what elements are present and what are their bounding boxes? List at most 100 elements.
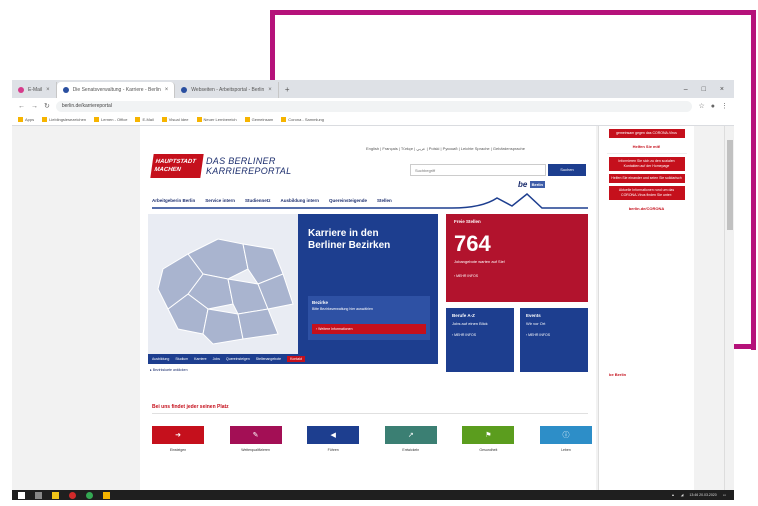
- bookmark-item[interactable]: Lieblingslesezeichen: [42, 117, 86, 123]
- system-tray: ▲ ◢ 13:46 20.03.2020 ▭: [671, 493, 734, 497]
- language-links[interactable]: English | Français | Türkçe | عربي | Pol…: [366, 146, 525, 151]
- hero-tab[interactable]: Ausbildung: [152, 357, 169, 361]
- hero-tab[interactable]: Quereinsteigen: [226, 357, 250, 361]
- corona-solidarity[interactable]: Helfen Sie einander und seien Sie solida…: [608, 174, 685, 183]
- more-link[interactable]: › MEHR INFOS: [446, 264, 588, 278]
- events-card[interactable]: Events Wir vor Ort › MEHR INFOS: [520, 308, 588, 372]
- chart-icon: ↗: [384, 426, 437, 444]
- maximize-icon[interactable]: □: [702, 86, 706, 93]
- karriereportal-page: HAUPTSTADT MACHEN DAS BERLINER KARRIEREP…: [140, 126, 596, 490]
- notification-icon[interactable]: ▭: [723, 493, 726, 497]
- hauptstadt-logo[interactable]: HAUPTSTADT MACHEN: [150, 154, 204, 178]
- hero-tabs: Ausbildung Studium Karriere Jobs Querein…: [148, 354, 438, 364]
- hero-tab[interactable]: Karriere: [194, 357, 206, 361]
- bookmark-icon: [196, 117, 202, 123]
- service-weiterqualifizieren[interactable]: ✎ Weiterqualifizieren: [229, 426, 282, 452]
- bookmark-icon: [42, 117, 48, 123]
- nav-item-quereinsteigende[interactable]: Quereinsteigende: [329, 198, 367, 203]
- browser-window: E-Mail × Die Senatsverwaltung - Karriere…: [12, 80, 734, 500]
- portal-title: DAS BERLINER KARRIEREPORTAL: [206, 156, 292, 176]
- hero-tab[interactable]: Jobs: [213, 357, 220, 361]
- corona-info[interactable]: Informieren Sie sich zu den sozialen Kon…: [608, 157, 685, 171]
- nav-item-service[interactable]: Service intern: [205, 198, 235, 203]
- close-icon[interactable]: ×: [46, 87, 50, 93]
- back-icon[interactable]: ←: [18, 103, 25, 110]
- annotation-frame-foot: [732, 344, 756, 349]
- new-tab-button[interactable]: +: [279, 85, 296, 94]
- service-fuehren[interactable]: ◀ Führen: [307, 426, 360, 452]
- hero-section: Karriere in den Berliner Bezirken Bezirk…: [148, 214, 438, 364]
- explorer-icon[interactable]: [52, 491, 59, 499]
- window-controls: – □ ×: [684, 86, 734, 93]
- berlin-district-map[interactable]: [148, 214, 298, 354]
- opera-icon[interactable]: [69, 491, 76, 499]
- more-link[interactable]: › MEHR INFOS: [446, 327, 514, 337]
- tab-karriere[interactable]: Die Senatsverwaltung - Karriere - Berlin…: [56, 82, 176, 98]
- service-entwickeln[interactable]: ↗ Entwickeln: [384, 426, 437, 452]
- berufe-card[interactable]: Berufe A-Z Jobs auf einen Blick › MEHR I…: [446, 308, 514, 372]
- bookmark-item[interactable]: Corona - Sammlung: [281, 117, 324, 123]
- nav-item-studiennetz[interactable]: Studiennetz: [245, 198, 271, 203]
- bookmark-item[interactable]: E-Mail: [135, 117, 154, 123]
- network-icon[interactable]: ▲: [671, 493, 674, 497]
- close-icon[interactable]: ×: [268, 87, 272, 93]
- corona-help[interactable]: Helfen Sie mit!: [599, 144, 694, 149]
- corona-updates[interactable]: Aktuelle Informationen rund um das CORON…: [608, 186, 685, 200]
- tab-email[interactable]: E-Mail ×: [12, 82, 57, 98]
- page-viewport: HAUPTSTADT MACHEN DAS BERLINER KARRIEREP…: [12, 126, 734, 490]
- tab-label: E-Mail: [28, 87, 43, 93]
- free-jobs-count: 764: [454, 231, 491, 256]
- map-hint[interactable]: ▸ Bezirkskarte anklicken: [150, 368, 188, 372]
- service-gesundheit[interactable]: ⚑ Gesundheit: [462, 426, 515, 452]
- bookmark-item[interactable]: Lernen - Office: [94, 117, 127, 123]
- bezirke-text: Bitte Bezirksverwaltung hier auswählen: [312, 307, 373, 311]
- services-row: ➜ Einsteigen ✎ Weiterqualifizieren ◀ Führen…: [152, 426, 592, 452]
- tab-webseiten[interactable]: Webseiten - Arbeitsportal - Berlin ×: [175, 82, 279, 98]
- menu-icon[interactable]: ⋮: [721, 102, 728, 110]
- service-einsteigen[interactable]: ➜ Einsteigen: [152, 426, 204, 452]
- bookmark-item[interactable]: Apps: [18, 117, 34, 123]
- minimize-icon[interactable]: –: [684, 86, 688, 93]
- url-input[interactable]: berlin.de/karriereportal: [55, 100, 693, 112]
- scrollbar[interactable]: [724, 126, 734, 490]
- berlin-favicon-icon: [62, 87, 69, 93]
- reload-icon[interactable]: ↻: [44, 102, 50, 110]
- search-icon[interactable]: [35, 491, 42, 499]
- bookmark-icon: [281, 117, 287, 123]
- tab-label: Webseiten - Arbeitsportal - Berlin: [191, 87, 265, 93]
- search-button[interactable]: Suchen: [548, 164, 586, 176]
- services-title: Bei uns findet jeder seinen Platz: [152, 404, 229, 410]
- close-icon[interactable]: ×: [165, 87, 169, 93]
- search-input[interactable]: [410, 164, 546, 176]
- nav-item-stellen[interactable]: Stellen: [377, 198, 392, 203]
- windows-start-icon[interactable]: [18, 491, 25, 499]
- hero-tab[interactable]: Studium: [175, 357, 188, 361]
- more-link[interactable]: › MEHR INFOS: [520, 327, 588, 337]
- nav-item-ausbildung[interactable]: Ausbildung intern: [281, 198, 320, 203]
- volume-icon[interactable]: ◢: [681, 493, 684, 497]
- divider: [606, 153, 687, 154]
- bookmark-item[interactable]: Visual Idee: [161, 117, 189, 123]
- corona-link[interactable]: berlin.de/CORONA: [599, 206, 694, 211]
- hero-title: Karriere in den Berliner Bezirken: [308, 228, 391, 251]
- free-jobs-card[interactable]: Freie Stellen 764 Jobangebote warten auf…: [446, 214, 588, 302]
- files-icon[interactable]: [103, 491, 110, 499]
- close-window-icon[interactable]: ×: [720, 86, 724, 93]
- windows-taskbar: ▲ ◢ 13:46 20.03.2020 ▭: [12, 490, 734, 500]
- corona-banner[interactable]: gemeinsam gegen das CORONA-Virus: [608, 129, 685, 138]
- bookmark-item[interactable]: Neuer Lernbereich: [196, 117, 237, 123]
- scroll-thumb[interactable]: [727, 140, 733, 230]
- star-icon[interactable]: ☆: [698, 102, 704, 110]
- hero-tab-active[interactable]: Kontakt: [287, 356, 305, 362]
- corona-sidebar: gemeinsam gegen das CORONA-Virus Helfen …: [598, 126, 694, 490]
- account-icon[interactable]: ●: [711, 103, 715, 110]
- hero-tab[interactable]: Stellenangebote: [256, 357, 281, 361]
- clock[interactable]: 13:46 20.03.2020: [689, 493, 716, 497]
- forward-icon[interactable]: →: [31, 103, 38, 110]
- service-leben[interactable]: ⓘ Leben: [539, 426, 592, 452]
- bookmark-item[interactable]: Gemeinsam: [244, 117, 273, 123]
- be-berlin-small-logo: be Berlin: [609, 372, 627, 377]
- chrome-icon[interactable]: [86, 491, 93, 499]
- nav-item-arbeitgeberin[interactable]: Arbeitgeberin Berlin: [152, 198, 195, 203]
- more-info-button[interactable]: › Weitere Informationen: [312, 324, 426, 334]
